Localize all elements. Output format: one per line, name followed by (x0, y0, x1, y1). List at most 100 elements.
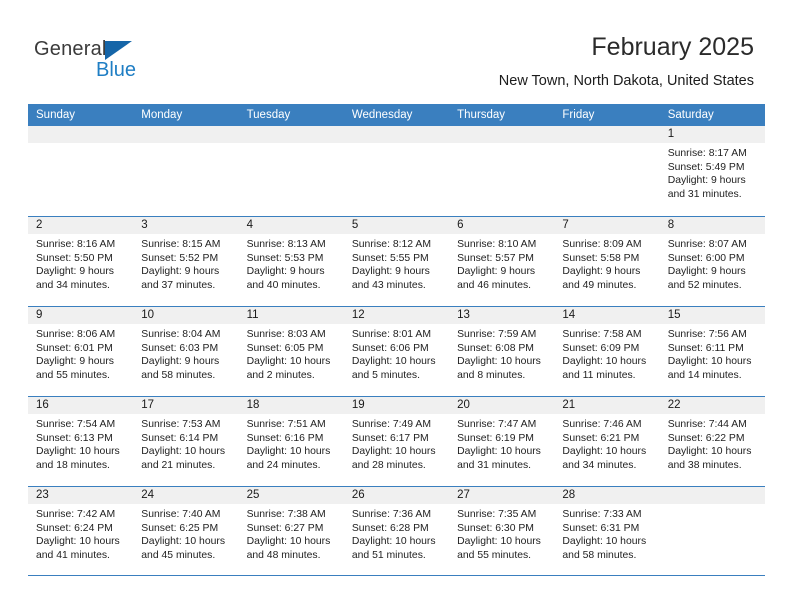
daylight-text: Daylight: 10 hours (141, 536, 226, 548)
sun-info: Sunrise: 7:47 AM Sunset: 6:19 PM Daylight:… (449, 414, 554, 472)
sunset-text: Sunset: 6:27 PM (246, 522, 324, 534)
calendar-day-cell[interactable]: 23 Sunrise: 7:42 AM Sunset: 6:24 PM Dayligh… (28, 487, 134, 575)
day-number: 4 (238, 217, 344, 234)
daylight-text-cont: and 51 minutes. (351, 549, 426, 561)
calendar-day-cell[interactable]: 19 Sunrise: 7:49 AM Sunset: 6:17 PM Dayligh… (343, 397, 450, 486)
calendar-day-cell[interactable]: 10 Sunrise: 8:04 AM Sunset: 6:03 PM Dayligh… (133, 307, 239, 396)
sun-info: Sunrise: 7:35 AM Sunset: 6:30 PM Daylight:… (449, 504, 554, 562)
day-number: 9 (28, 307, 134, 324)
sun-info: Sunrise: 7:58 AM Sunset: 6:09 PM Daylight:… (554, 324, 659, 382)
day-number: 19 (343, 397, 450, 414)
sun-info: Sunrise: 7:44 AM Sunset: 6:22 PM Daylight:… (660, 414, 765, 472)
day-number: 17 (133, 397, 239, 414)
day-number: 16 (28, 397, 134, 414)
calendar-day-cell[interactable]: 12 Sunrise: 8:01 AM Sunset: 6:06 PM Dayligh… (343, 307, 450, 396)
calendar-day-cell[interactable]: 13 Sunrise: 7:59 AM Sunset: 6:08 PM Dayligh… (449, 307, 555, 396)
calendar-day-cell[interactable]: 6 Sunrise: 8:10 AM Sunset: 5:57 PM Daylight… (449, 217, 555, 306)
day-number: 24 (133, 487, 239, 504)
sun-info: Sunrise: 7:36 AM Sunset: 6:28 PM Daylight:… (344, 504, 449, 562)
daylight-text-cont: and 11 minutes. (562, 369, 636, 381)
daylight-text-cont: and 2 minutes. (246, 369, 315, 381)
daylight-text: Daylight: 9 hours (36, 266, 114, 278)
calendar-page: General Blue February 2025 New Town, Nor… (0, 0, 792, 612)
calendar-day-cell[interactable]: 26 Sunrise: 7:36 AM Sunset: 6:28 PM Dayligh… (343, 487, 450, 575)
sun-info: Sunrise: 7:53 AM Sunset: 6:14 PM Daylight:… (133, 414, 238, 472)
daylight-text-cont: and 37 minutes. (141, 279, 216, 291)
sunrise-text: Sunrise: 8:10 AM (457, 239, 537, 250)
daylight-text-cont: and 58 minutes. (141, 369, 216, 381)
daylight-text: Daylight: 9 hours (562, 266, 641, 278)
day-number: 20 (449, 397, 555, 414)
daylight-text: Daylight: 9 hours (246, 266, 325, 278)
sun-info: Sunrise: 8:15 AM Sunset: 5:52 PM Daylight:… (133, 234, 238, 292)
calendar-day-cell[interactable]: 27 Sunrise: 7:35 AM Sunset: 6:30 PM Dayligh… (449, 487, 555, 575)
calendar-day-cell[interactable]: 2 Sunrise: 8:16 AM Sunset: 5:50 PM Daylight… (28, 217, 134, 306)
daylight-text-cont: and 31 minutes. (457, 459, 532, 471)
day-number: 15 (659, 307, 765, 324)
daylight-text-cont: and 34 minutes. (562, 459, 637, 471)
daylight-text: Daylight: 9 hours (457, 266, 536, 278)
calendar-week-row: 2 Sunrise: 8:16 AM Sunset: 5:50 PM Daylight… (28, 216, 765, 306)
sun-info: Sunrise: 8:09 AM Sunset: 5:58 PM Daylight:… (554, 234, 659, 292)
daylight-text-cont: and 45 minutes. (141, 549, 216, 561)
sunset-text: Sunset: 5:55 PM (351, 252, 429, 264)
sunrise-text: Sunrise: 7:51 AM (246, 419, 326, 430)
calendar-day-cell[interactable]: 8 Sunrise: 8:07 AM Sunset: 6:00 PM Daylight… (659, 217, 765, 306)
brand-logo[interactable]: General Blue (34, 38, 164, 82)
weekday-header-row: Sunday Monday Tuesday Wednesday Thursday… (28, 104, 765, 126)
day-number: 23 (28, 487, 134, 504)
calendar-day-cell[interactable]: 18 Sunrise: 7:51 AM Sunset: 6:16 PM Dayligh… (238, 397, 344, 486)
day-number: 5 (343, 217, 450, 234)
sunrise-text: Sunrise: 8:09 AM (562, 239, 642, 250)
sunrise-text: Sunrise: 7:58 AM (562, 329, 642, 340)
brand-name-general: General (34, 38, 107, 60)
sun-info: Sunrise: 7:42 AM Sunset: 6:24 PM Daylight:… (28, 504, 133, 562)
calendar-day-cell[interactable]: 20 Sunrise: 7:47 AM Sunset: 6:19 PM Dayligh… (449, 397, 555, 486)
sunrise-text: Sunrise: 7:56 AM (667, 329, 747, 340)
calendar-day-cell-empty (238, 126, 344, 216)
sun-info: Sunrise: 8:17 AM Sunset: 5:49 PM Daylight:… (660, 143, 765, 201)
calendar-day-cell[interactable]: 17 Sunrise: 7:53 AM Sunset: 6:14 PM Dayligh… (133, 397, 239, 486)
calendar-day-cell[interactable]: 21 Sunrise: 7:46 AM Sunset: 6:21 PM Dayligh… (554, 397, 660, 486)
sunset-text: Sunset: 5:52 PM (141, 252, 219, 264)
calendar-day-cell[interactable]: 1 Sunrise: 8:17 AM Sunset: 5:49 PM Daylight… (659, 126, 765, 216)
calendar-day-cell[interactable]: 4 Sunrise: 8:13 AM Sunset: 5:53 PM Daylight… (238, 217, 344, 306)
sun-info: Sunrise: 7:59 AM Sunset: 6:08 PM Daylight:… (449, 324, 554, 382)
calendar-day-cell[interactable]: 3 Sunrise: 8:15 AM Sunset: 5:52 PM Daylight… (133, 217, 239, 306)
sunrise-text: Sunrise: 7:35 AM (457, 509, 537, 520)
sunset-text: Sunset: 6:06 PM (351, 342, 429, 354)
sunrise-text: Sunrise: 7:46 AM (562, 419, 642, 430)
sunset-text: Sunset: 6:08 PM (457, 342, 534, 354)
weekday-header-wednesday: Wednesday (351, 109, 413, 121)
daylight-text-cont: and 43 minutes. (351, 279, 426, 291)
calendar-day-cell[interactable]: 15 Sunrise: 7:56 AM Sunset: 6:11 PM Dayligh… (659, 307, 765, 396)
day-number: 22 (659, 397, 765, 414)
calendar-day-cell[interactable]: 28 Sunrise: 7:33 AM Sunset: 6:31 PM Dayligh… (554, 487, 660, 575)
calendar-day-cell[interactable]: 24 Sunrise: 7:40 AM Sunset: 6:25 PM Dayligh… (133, 487, 239, 575)
daylight-text-cont: and 55 minutes. (457, 549, 532, 561)
sun-info: Sunrise: 8:10 AM Sunset: 5:57 PM Daylight:… (449, 234, 554, 292)
calendar-day-cell[interactable]: 16 Sunrise: 7:54 AM Sunset: 6:13 PM Dayligh… (28, 397, 134, 486)
calendar-day-cell[interactable]: 25 Sunrise: 7:38 AM Sunset: 6:27 PM Dayligh… (238, 487, 344, 575)
sunrise-text: Sunrise: 7:42 AM (36, 509, 116, 520)
daylight-text: Daylight: 10 hours (562, 536, 647, 548)
sunset-text: Sunset: 6:03 PM (141, 342, 219, 354)
daylight-text: Daylight: 10 hours (351, 446, 436, 458)
day-number (343, 126, 450, 143)
sun-info: Sunrise: 7:56 AM Sunset: 6:11 PM Daylight:… (660, 324, 765, 382)
sun-info: Sunrise: 8:16 AM Sunset: 5:50 PM Daylight:… (28, 234, 133, 292)
day-number: 12 (343, 307, 450, 324)
calendar-day-cell[interactable]: 22 Sunrise: 7:44 AM Sunset: 6:22 PM Dayligh… (659, 397, 765, 486)
calendar-day-cell[interactable]: 11 Sunrise: 8:03 AM Sunset: 6:05 PM Dayligh… (238, 307, 344, 396)
sun-info: Sunrise: 7:40 AM Sunset: 6:25 PM Daylight:… (133, 504, 238, 562)
calendar-day-cell[interactable]: 9 Sunrise: 8:06 AM Sunset: 6:01 PM Daylight… (28, 307, 134, 396)
day-number (659, 487, 765, 504)
sunset-text: Sunset: 5:57 PM (457, 252, 534, 264)
calendar-day-cell[interactable]: 5 Sunrise: 8:12 AM Sunset: 5:55 PM Daylight… (343, 217, 450, 306)
day-number: 10 (133, 307, 239, 324)
sun-info: Sunrise: 7:51 AM Sunset: 6:16 PM Daylight:… (239, 414, 344, 472)
calendar-day-cell[interactable]: 7 Sunrise: 8:09 AM Sunset: 5:58 PM Daylight… (554, 217, 660, 306)
sun-info: Sunrise: 8:12 AM Sunset: 5:55 PM Daylight:… (344, 234, 449, 292)
calendar-day-cell[interactable]: 14 Sunrise: 7:58 AM Sunset: 6:09 PM Dayligh… (554, 307, 660, 396)
daylight-text: Daylight: 10 hours (246, 536, 331, 548)
